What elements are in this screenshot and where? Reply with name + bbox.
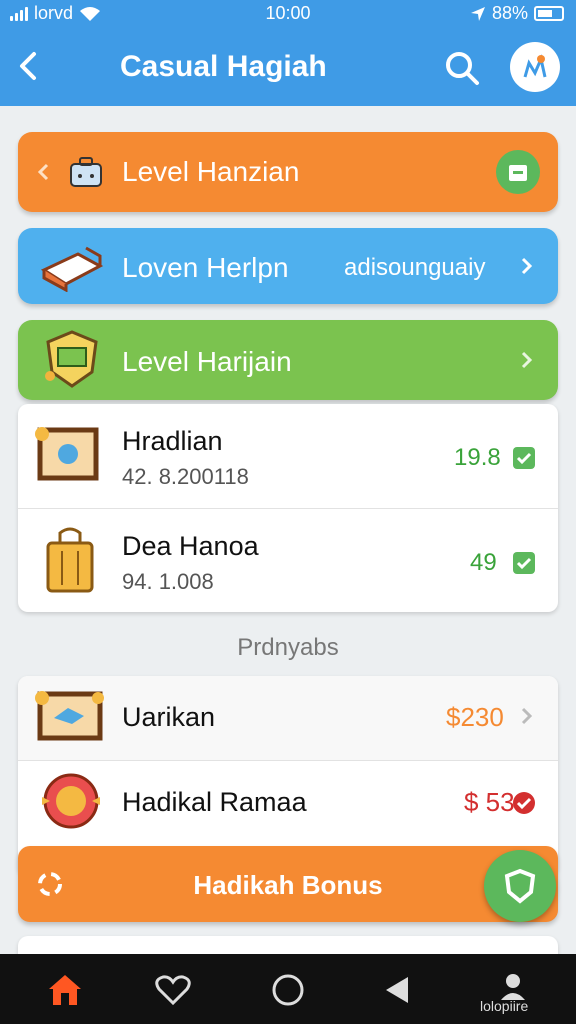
search-icon [446, 52, 479, 85]
location-arrow-icon [470, 6, 485, 21]
home-icon [49, 975, 81, 1005]
banner-label: Level Harijain [122, 346, 292, 377]
level-banner-green[interactable]: Level Harijain [18, 320, 558, 400]
list-item[interactable]: Hradlian 42. 8.200118 19.8 [18, 404, 558, 508]
back-arrow-icon [20, 52, 36, 80]
nav-profile-label: lolopiire [480, 998, 529, 1014]
top-bar: lorvd 10:00 88% Casual Hagiah [0, 0, 576, 106]
shield-badge-icon [45, 330, 98, 388]
list-item[interactable]: Uarikan $230 [18, 676, 558, 760]
medal-icon [42, 773, 100, 829]
nav-favorites[interactable] [148, 968, 198, 1012]
bonus-label: Hadikah Bonus [193, 870, 383, 900]
item-title: Hradlian [122, 426, 223, 456]
list-item[interactable]: Dea Hanoa 94. 1.008 49 [18, 509, 558, 612]
avatar-icon [523, 54, 547, 78]
chevron-right-icon [521, 351, 533, 369]
bag-icon [46, 527, 94, 593]
profile-icon [501, 974, 525, 1000]
page-title: Casual Hagiah [120, 50, 327, 83]
item-title: Dea Hanoa [122, 531, 259, 561]
store-button[interactable] [496, 150, 540, 194]
banner-right-text: adisounguaiy [344, 254, 486, 281]
battery-percent: 88% [491, 3, 528, 23]
list-item[interactable]: Hadikal Ramaa $ 531 [18, 761, 558, 845]
search-button[interactable] [442, 48, 482, 88]
header: Casual Hagiah [0, 36, 576, 96]
circle-icon [272, 974, 304, 1006]
status-bar: lorvd 10:00 88% [0, 0, 576, 26]
check-icon [513, 792, 535, 814]
frame-icon [35, 427, 99, 481]
briefcase-icon [70, 157, 102, 187]
nav-home[interactable] [40, 968, 90, 1012]
heart-icon [155, 975, 191, 1006]
chevron-left-icon [37, 163, 49, 181]
section-title: Prdnyabs [237, 634, 339, 661]
bottom-nav: lolopiire [0, 954, 576, 1024]
item-value: 49 [470, 549, 497, 576]
battery-icon [534, 6, 564, 21]
item-title: Uarikan [122, 702, 216, 732]
play-back-icon [386, 977, 408, 1003]
chevron-right-icon [521, 257, 533, 275]
check-icon [513, 552, 535, 574]
avatar[interactable] [510, 42, 560, 92]
level-banner-blue[interactable]: Loven Herlpn adisounguaiy [18, 228, 558, 304]
store-icon [509, 165, 527, 181]
items-card: Hradlian 42. 8.200118 19.8 Dea Hanoa 94.… [18, 404, 558, 612]
item-subtitle: 94. 1.008 [122, 569, 214, 594]
item-value: 19.8 [454, 444, 501, 471]
nav-home-circle[interactable] [263, 968, 313, 1012]
banner-label: Loven Herlpn [122, 252, 289, 283]
battery-group: 88% [470, 3, 564, 24]
item-subtitle: 42. 8.200118 [122, 464, 249, 489]
book-icon [40, 246, 104, 292]
check-icon [513, 447, 535, 469]
shield-fab-button[interactable] [484, 850, 556, 922]
main-content: Level Hanzian Loven Herlpn adisounguaiy … [0, 106, 576, 976]
back-button[interactable] [14, 46, 50, 86]
chevron-right-icon [521, 707, 533, 725]
bonus-button[interactable]: Hadikah Bonus [18, 846, 558, 922]
banner-label: Level Hanzian [122, 156, 300, 187]
level-banner-orange[interactable]: Level Hanzian [18, 132, 558, 212]
item-title: Hadikal Ramaa [122, 787, 307, 817]
frame-icon [35, 691, 104, 741]
nav-back[interactable] [372, 968, 422, 1012]
item-value: $230 [446, 702, 504, 732]
shield-icon [504, 868, 536, 904]
